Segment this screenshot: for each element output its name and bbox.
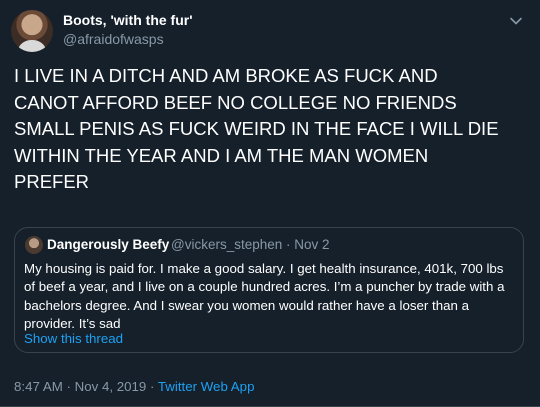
quoted-avatar — [25, 236, 43, 254]
timestamp[interactable]: 8:47 AM · Nov 4, 2019 · — [14, 379, 158, 394]
author-name[interactable]: Boots, 'with the fur' — [63, 12, 193, 28]
chevron-down-icon[interactable] — [509, 14, 523, 28]
tweet-text: I LIVE IN A DITCH AND AM BROKE AS FUCK A… — [14, 65, 499, 193]
quoted-handle-date: @vickers_stephen · Nov 2 — [171, 237, 330, 252]
avatar-shirt — [17, 40, 47, 52]
quoted-text: My housing is paid for. I make a good sa… — [24, 261, 505, 331]
quoted-tweet[interactable]: Dangerously Beefy @vickers_stephen · Nov… — [14, 227, 524, 353]
author-avatar[interactable] — [11, 10, 53, 52]
author-handle[interactable]: @afraidofwasps — [63, 31, 164, 47]
tweet: Boots, 'with the fur' @afraidofwasps I L… — [0, 0, 540, 407]
source-link[interactable]: Twitter Web App — [158, 379, 255, 394]
tweet-meta: 8:47 AM · Nov 4, 2019 · Twitter Web App — [14, 379, 254, 394]
show-thread-link[interactable]: Show this thread — [24, 331, 123, 346]
quoted-author-name: Dangerously Beefy — [47, 237, 170, 252]
